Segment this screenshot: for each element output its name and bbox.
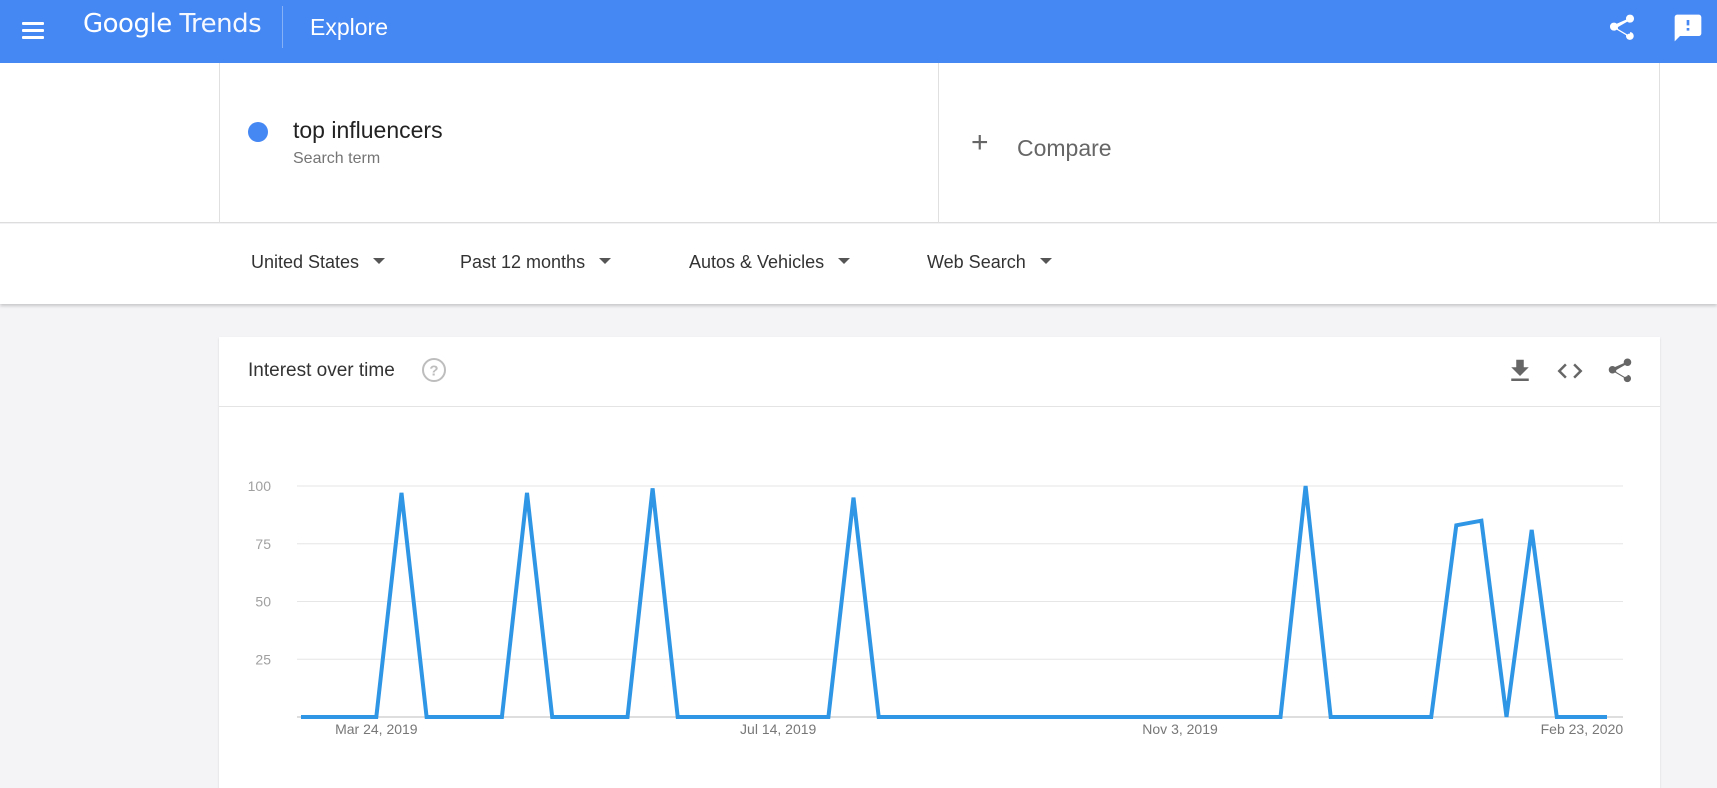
card-title: Interest over time — [248, 360, 395, 381]
compare-label: Compare — [1017, 135, 1112, 161]
line-chart-svg: 25 50 75 100 Mar 24, 2019 Jul 14, 2019 Nov 3, … — [248, 478, 1624, 737]
y-tick-label: 100 — [248, 478, 272, 494]
dropdown-arrow-icon — [373, 258, 386, 265]
time-range-filter-label: Past 12 months — [460, 252, 586, 272]
x-tick-label: Jul 14, 2019 — [740, 721, 816, 737]
compare-button[interactable]: + Compare — [939, 63, 1660, 223]
logo-trends-text: Trends — [179, 9, 262, 39]
search-term-type: Search term — [293, 150, 381, 167]
region-filter-label: United States — [251, 252, 360, 272]
dropdown-arrow-icon — [599, 258, 612, 265]
search-term-bar: top influencers Search term + Compare — [0, 63, 1717, 223]
y-tick-label: 25 — [255, 651, 271, 667]
y-tick-label: 50 — [255, 594, 271, 610]
filter-bar: United States Past 12 months Autos & Veh… — [0, 224, 1717, 304]
x-tick-label: Mar 24, 2019 — [335, 721, 418, 737]
card-share-icon[interactable] — [1605, 356, 1635, 386]
help-icon[interactable]: ? — [420, 356, 448, 384]
x-tick-label: Nov 3, 2019 — [1142, 721, 1218, 737]
dropdown-arrow-icon — [838, 258, 851, 265]
region-filter[interactable]: United States — [251, 252, 386, 273]
category-filter[interactable]: Autos & Vehicles — [689, 252, 851, 273]
search-type-filter[interactable]: Web Search — [927, 252, 1052, 273]
interest-over-time-chart[interactable]: 25 50 75 100 Mar 24, 2019 Jul 14, 2019 Nov 3, … — [219, 407, 1660, 788]
x-tick-label: Feb 23, 2020 — [1541, 721, 1624, 737]
topbar-divider — [282, 6, 283, 48]
share-icon[interactable] — [1606, 12, 1638, 44]
page-title: Explore — [310, 14, 388, 40]
logo-google-text: Google — [83, 9, 172, 39]
google-trends-logo[interactable]: Google Trends — [83, 9, 262, 39]
download-icon[interactable] — [1505, 356, 1535, 386]
feedback-icon[interactable] — [1672, 12, 1704, 44]
top-app-bar: Google Trends Explore — [0, 0, 1717, 63]
y-tick-label: 75 — [255, 536, 271, 552]
term-color-dot — [248, 122, 268, 142]
time-range-filter[interactable]: Past 12 months — [460, 252, 612, 273]
category-filter-label: Autos & Vehicles — [689, 252, 825, 272]
embed-icon[interactable] — [1555, 356, 1585, 386]
dropdown-arrow-icon — [1039, 258, 1052, 265]
menu-icon[interactable] — [18, 14, 50, 46]
plus-icon: + — [971, 126, 989, 159]
search-type-filter-label: Web Search — [927, 252, 1026, 272]
search-term-text[interactable]: top influencers — [293, 117, 443, 144]
search-term-card[interactable]: top influencers Search term — [219, 63, 939, 223]
interest-over-time-card: Interest over time ? 25 50 75 100 Mar 24, 20… — [219, 337, 1660, 788]
card-header: Interest over time ? — [219, 337, 1660, 407]
svg-text:?: ? — [429, 363, 438, 380]
